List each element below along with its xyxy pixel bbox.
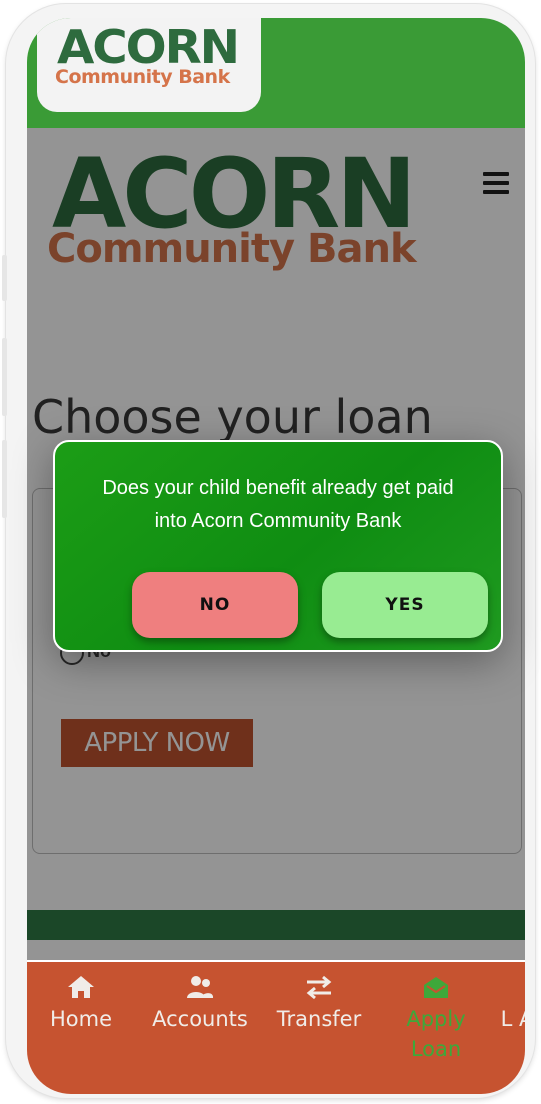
no-button[interactable]: NO [132,572,298,638]
phone-volume-down-button [2,440,7,518]
nav-label-accounts: Accounts [152,1007,248,1031]
confirm-dialog: Does your child benefit already get paid… [53,440,503,652]
nav-label-partial: L A [500,1007,525,1031]
nav-item-partial[interactable]: L A [497,974,525,1034]
header-logo[interactable]: ACORN Community Bank [37,18,261,112]
nav-item-transfer[interactable]: Transfer [267,974,371,1034]
nav-label-apply-loan: Apply Loan [406,1007,466,1061]
header-logo-subtitle: Community Bank [55,66,230,88]
nav-label-transfer: Transfer [276,1007,362,1031]
bottom-nav: Home Accounts Transfer Apply Loan L [27,962,525,1094]
nav-label-home: Home [49,1007,112,1031]
phone-volume-up-button [2,338,7,416]
dialog-question: Does your child benefit already get paid… [102,477,454,532]
transfer-icon [306,975,332,1000]
nav-item-accounts[interactable]: Accounts [141,974,259,1034]
envelope-open-icon [424,977,448,998]
nav-item-home[interactable]: Home [37,974,125,1034]
users-icon [187,976,214,998]
home-icon [68,976,94,998]
yes-button[interactable]: YES [322,572,488,638]
top-bar: ACORN Community Bank [27,18,525,128]
phone-side-button [2,255,7,301]
nav-item-apply-loan[interactable]: Apply Loan [393,974,479,1064]
